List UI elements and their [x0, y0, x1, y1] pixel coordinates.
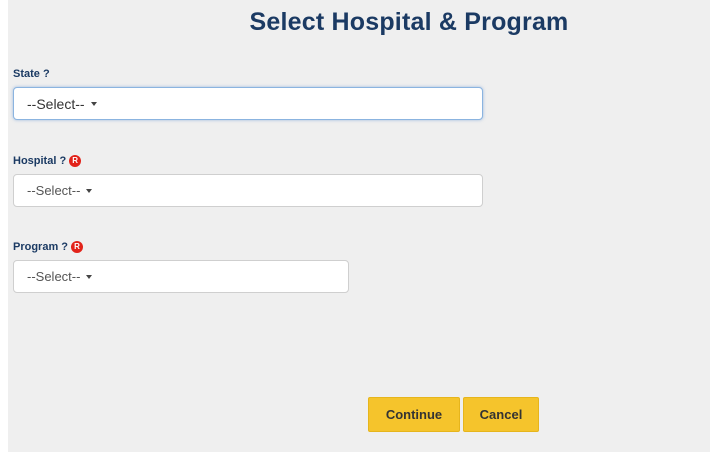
caret-down-icon	[86, 188, 93, 193]
program-select-value: --Select--	[27, 269, 81, 284]
hospital-select-value: --Select--	[27, 183, 81, 198]
cancel-button[interactable]: Cancel	[463, 397, 539, 432]
required-icon: R	[71, 241, 84, 253]
required-icon: R	[69, 155, 82, 167]
program-label: Program ?	[13, 241, 69, 253]
program-select[interactable]: --Select--	[13, 260, 349, 293]
hospital-select[interactable]: --Select--	[13, 174, 483, 207]
caret-down-icon	[86, 274, 93, 279]
page-title: Select Hospital & Program	[249, 8, 569, 36]
state-select[interactable]: --Select--	[13, 87, 483, 120]
continue-button[interactable]: Continue	[368, 397, 460, 432]
state-select-value: --Select--	[27, 95, 85, 112]
state-label: State ?	[13, 68, 50, 80]
state-label-group: State ?	[13, 68, 50, 80]
form-panel: Select Hospital & Program State ? --Sele…	[8, 0, 710, 452]
hospital-label: Hospital ?	[13, 155, 67, 167]
hospital-label-group: Hospital ? R	[13, 155, 82, 167]
program-label-group: Program ? R	[13, 241, 84, 253]
caret-down-icon	[90, 101, 97, 106]
